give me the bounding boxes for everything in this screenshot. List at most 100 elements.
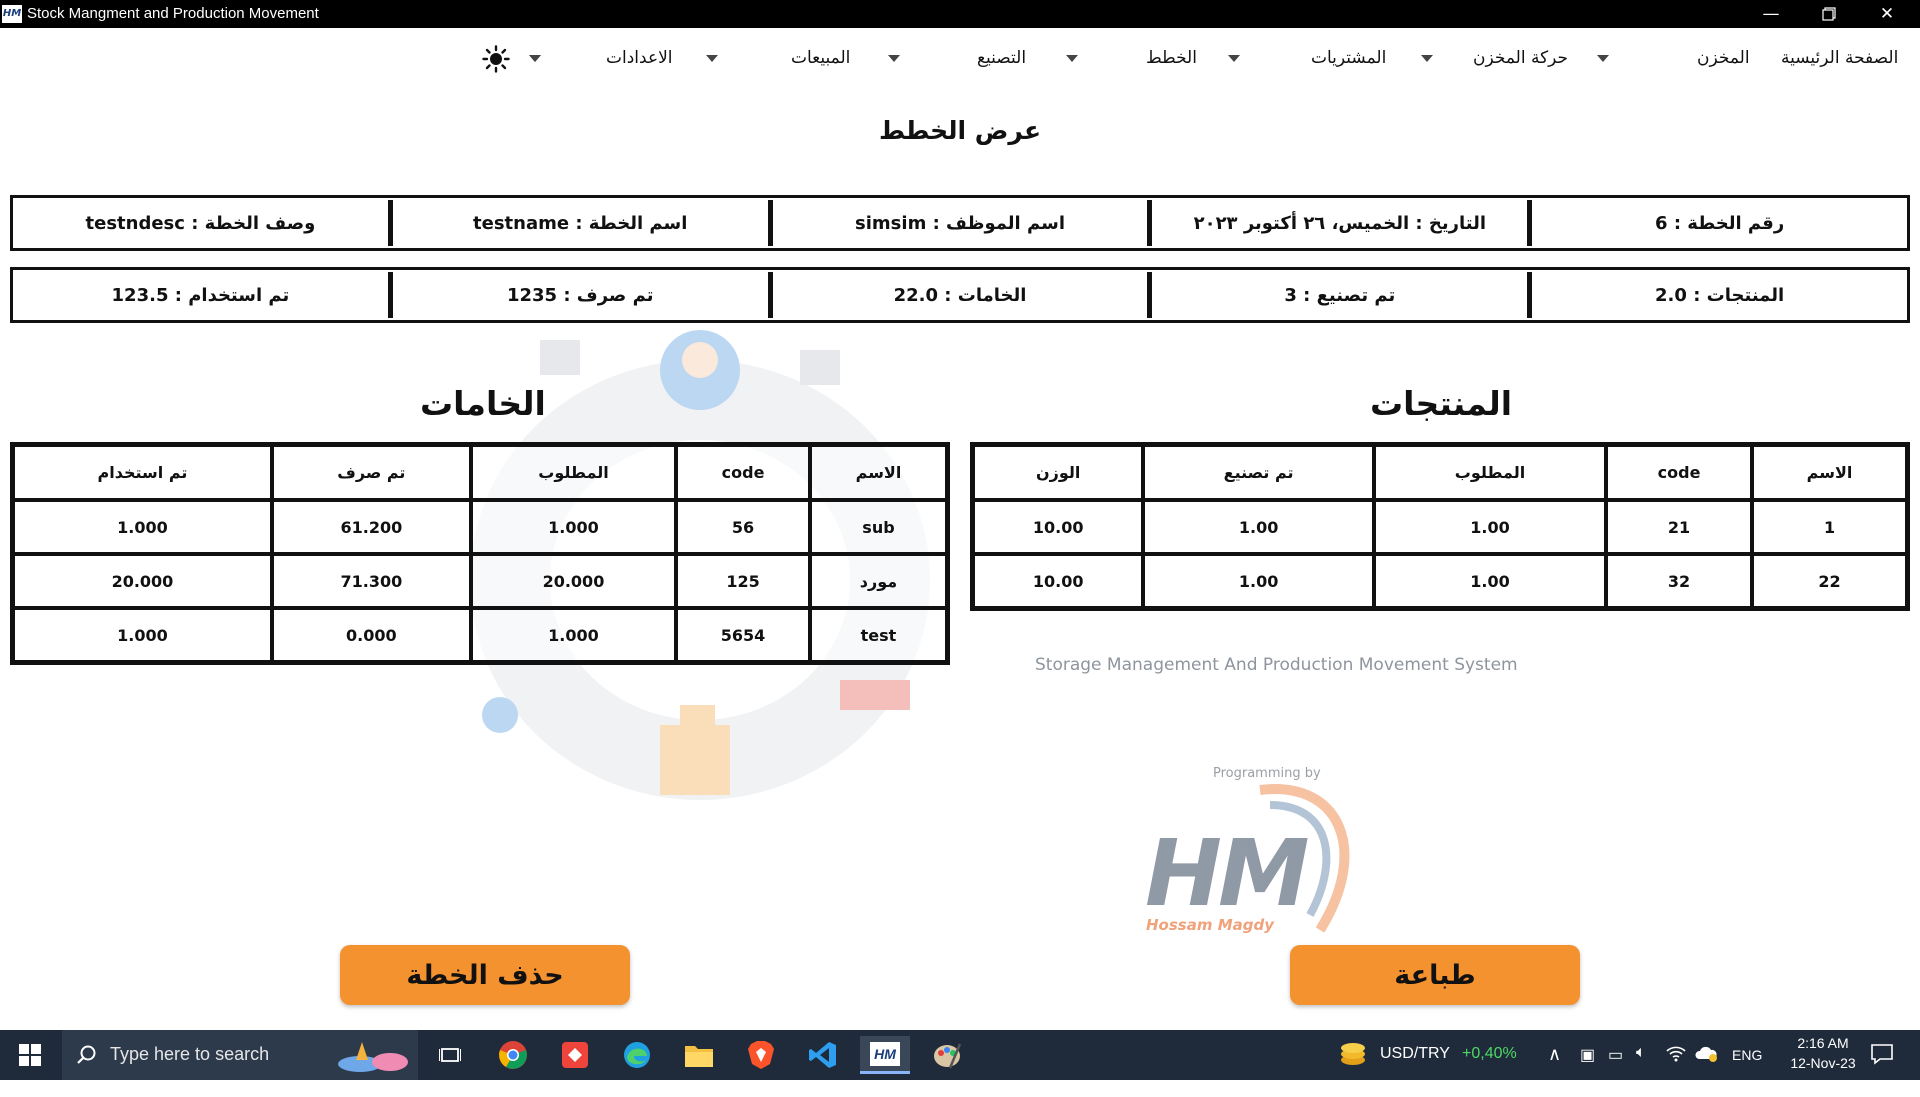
- delete-plan-button[interactable]: حذف الخطة: [340, 945, 630, 1005]
- table-row[interactable]: 1 21 1.00 1.00 10.00: [973, 500, 1907, 554]
- app-icon: HM: [2, 5, 22, 23]
- table-row[interactable]: test 5654 1.000 0.000 1.000: [13, 608, 947, 662]
- currency-pair[interactable]: USD/TRY: [1380, 1045, 1450, 1095]
- table-cell: 1.00: [1373, 500, 1607, 554]
- task-view-icon[interactable]: [425, 1036, 475, 1074]
- windows-start-icon[interactable]: [5, 1036, 55, 1074]
- plan-number: رقم الخطة : 6: [1529, 200, 1907, 246]
- products-section-title: المنتجات: [1370, 384, 1513, 423]
- table-cell: 1.00: [1373, 554, 1607, 608]
- column-header: المطلوب: [470, 445, 677, 500]
- chevron-down-icon[interactable]: [1421, 55, 1433, 62]
- clock[interactable]: 2:16 AM 12-Nov-23: [1784, 1035, 1862, 1085]
- plan-totals-row: المنتجات : 2.0 تم تصنيع : 3 الخامات : 22…: [10, 267, 1910, 323]
- table-cell: 21: [1606, 500, 1753, 554]
- search-placeholder: Type here to search: [110, 1044, 270, 1064]
- menu-stock[interactable]: المخزن: [1697, 48, 1750, 72]
- main-menu-bar: الصفحة الرئيسية المخزن حركة المخزن المشت…: [0, 30, 1920, 88]
- chevron-down-icon[interactable]: [1228, 55, 1240, 62]
- plan-description: وصف الخطة : testndesc: [13, 200, 390, 246]
- chevron-down-icon[interactable]: [529, 55, 541, 62]
- author-name: Hossam Magdy: [1146, 916, 1274, 934]
- table-cell: 61.200: [271, 500, 471, 554]
- table-cell: 20.000: [470, 554, 677, 608]
- anydesk-icon[interactable]: [550, 1036, 600, 1074]
- close-icon[interactable]: ✕: [1858, 0, 1916, 28]
- minimize-icon[interactable]: —: [1742, 0, 1800, 28]
- page-title: عرض الخطط: [878, 116, 1042, 145]
- plan-info-row: رقم الخطة : 6 التاريخ : الخميس، ٢٦ أكتوب…: [10, 195, 1910, 251]
- window-title: Stock Mangment and Production Movement: [27, 5, 319, 22]
- hm-logo-text: HM: [1145, 820, 1310, 927]
- print-button[interactable]: طباعة: [1290, 945, 1580, 1005]
- column-header: تم استخدام: [13, 445, 272, 500]
- table-cell: 1.000: [13, 500, 272, 554]
- chevron-down-icon[interactable]: [706, 55, 718, 62]
- watermark-subtitle: Storage Management And Production Moveme…: [1035, 655, 1518, 675]
- menu-plans[interactable]: الخطط: [1146, 48, 1197, 72]
- table-cell: 22: [1752, 554, 1907, 608]
- onedrive-icon[interactable]: [1694, 1044, 1718, 1094]
- hm-logo: HM Hossam Magdy: [1140, 780, 1380, 950]
- plan-date: التاريخ : الخميس، ٢٦ أكتوبر ٢٠٢٣: [1149, 200, 1530, 246]
- currency-icon[interactable]: [1338, 1040, 1368, 1090]
- column-header: code: [1606, 445, 1753, 500]
- hm-app-taskbar-icon[interactable]: HM: [860, 1036, 910, 1074]
- column-header: تم صرف: [271, 445, 471, 500]
- brave-icon[interactable]: [736, 1036, 786, 1074]
- table-row[interactable]: مورد 125 20.000 71.300 20.000: [13, 554, 947, 608]
- spent-total: تم صرف : 1235: [389, 272, 770, 318]
- table-cell: 20.000: [13, 554, 272, 608]
- table-cell: 1: [1752, 500, 1907, 554]
- menu-manufacturing[interactable]: التصنيع: [977, 48, 1026, 72]
- language-indicator[interactable]: ENG: [1732, 1047, 1762, 1097]
- table-cell: 10.00: [973, 500, 1144, 554]
- file-explorer-icon[interactable]: [674, 1036, 724, 1074]
- taskbar-search-box[interactable]: Type here to search: [62, 1030, 418, 1080]
- plan-name: اسم الخطة : testname: [389, 200, 770, 246]
- column-header: الوزن: [973, 445, 1144, 500]
- column-header: code: [676, 445, 810, 500]
- materials-total: الخامات : 22.0: [769, 272, 1150, 318]
- battery-icon[interactable]: ▭: [1608, 1045, 1623, 1095]
- table-cell: 1.00: [1143, 500, 1374, 554]
- chevron-up-icon[interactable]: ∧: [1548, 1044, 1561, 1094]
- clock-date: 12-Nov-23: [1790, 1055, 1856, 1071]
- menu-home[interactable]: الصفحة الرئيسية: [1781, 48, 1898, 72]
- chrome-icon[interactable]: [488, 1036, 538, 1074]
- table-cell: 0.000: [271, 608, 471, 662]
- sun-icon[interactable]: [482, 45, 510, 73]
- used-total: تم استخدام : 123.5: [13, 272, 390, 318]
- currency-change: +0,40%: [1462, 1045, 1517, 1062]
- table-row[interactable]: 22 32 1.00 1.00 10.00: [973, 554, 1907, 608]
- window-title-bar[interactable]: HM Stock Mangment and Production Movemen…: [0, 0, 1920, 28]
- paint-icon[interactable]: [922, 1036, 972, 1074]
- volume-icon[interactable]: 🔈︎: [1636, 1044, 1646, 1094]
- chevron-down-icon[interactable]: [1597, 55, 1609, 62]
- table-cell: 1.000: [470, 608, 677, 662]
- menu-sales[interactable]: المبيعات: [791, 48, 850, 72]
- materials-section-title: الخامات: [420, 384, 546, 423]
- notification-icon[interactable]: [1870, 1042, 1894, 1092]
- clock-time: 2:16 AM: [1797, 1035, 1849, 1051]
- hm-app-icon-label: HM: [870, 1041, 900, 1066]
- menu-stock-movement[interactable]: حركة المخزن: [1473, 48, 1568, 72]
- wifi-icon[interactable]: [1666, 1044, 1686, 1094]
- table-cell: 1.000: [13, 608, 272, 662]
- table-cell: 71.300: [271, 554, 471, 608]
- table-cell: 10.00: [973, 554, 1144, 608]
- menu-purchases[interactable]: المشتريات: [1311, 48, 1386, 72]
- device-icon[interactable]: ▣: [1580, 1045, 1595, 1095]
- search-highlight-icon: [332, 1038, 412, 1074]
- edge-icon[interactable]: [612, 1036, 662, 1074]
- vscode-icon[interactable]: [798, 1036, 848, 1074]
- products-table: الاسم code المطلوب تم تصنيع الوزن 1 21 1…: [970, 442, 1910, 611]
- column-header: الاسم: [809, 445, 947, 500]
- table-row[interactable]: sub 56 1.000 61.200 1.000: [13, 500, 947, 554]
- products-total: المنتجات : 2.0: [1529, 272, 1907, 318]
- table-cell: 125: [676, 554, 810, 608]
- menu-settings[interactable]: الاعدادات: [606, 48, 673, 72]
- chevron-down-icon[interactable]: [1066, 55, 1078, 62]
- restore-icon[interactable]: [1800, 0, 1858, 28]
- chevron-down-icon[interactable]: [888, 55, 900, 62]
